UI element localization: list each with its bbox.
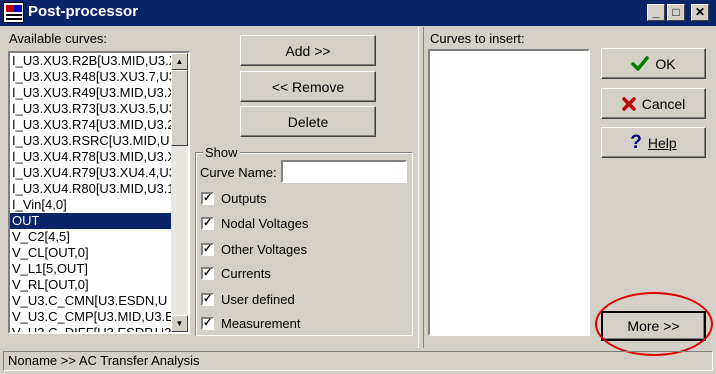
list-item[interactable]: I_Vin[4,0] [10,197,171,213]
title-bar: Post-processor _ □ ✕ [0,0,716,26]
scroll-thumb[interactable] [171,70,188,146]
list-item[interactable]: I_U3.XU3.R74[U3.MID,U3.2 [10,117,171,133]
available-curves-label: Available curves: [9,31,108,46]
show-option-label: Outputs [221,190,267,206]
question-mark-icon: ? [630,131,642,153]
available-curves-list[interactable]: I_U3.XU3.R2B[U3.MID,U3.X I_U3.XU3.R48[U3.… [8,51,190,334]
show-option-checkbox[interactable]: ✓ [201,242,214,256]
cancel-button[interactable]: Cancel [601,88,706,119]
list-item[interactable]: I_U3.XU3.R2B[U3.MID,U3.X [10,53,171,69]
curve-name-label: Curve Name: [200,165,277,180]
show-option-checkbox[interactable]: ✓ [201,316,214,330]
curves-to-insert-label: Curves to insert: [430,31,525,46]
curves-to-insert-list[interactable] [428,49,590,336]
window-title: Post-processor [28,3,139,20]
list-item[interactable]: OUT [10,213,171,229]
panel-splitter[interactable] [418,27,424,348]
scroll-up-icon[interactable]: ▲ [171,53,188,70]
list-item[interactable]: I_U3.XU4.R78[U3.MID,U3.X [10,149,171,165]
show-option-row[interactable]: ✓ User defined [201,291,295,307]
minimize-button[interactable]: _ [647,4,665,21]
list-item[interactable]: V_U3.C_CMP[U3.MID,U3.E [10,309,171,325]
annotation-circle [595,292,713,356]
maximize-button[interactable]: □ [667,4,685,21]
green-check-icon [631,55,650,71]
list-item[interactable]: V_C2[4,5] [10,229,171,245]
list-item[interactable]: V_RL[OUT,0] [10,277,171,293]
list-item[interactable]: I_U3.XU3.R49[U3.MID,U3.X [10,85,171,101]
show-group-title: Show [203,145,240,160]
show-option-checkbox[interactable]: ✓ [201,292,214,306]
show-option-checkbox[interactable]: ✓ [201,266,214,280]
remove-button[interactable]: << Remove [240,71,376,102]
show-option-row[interactable]: ✓ Measurement [201,315,300,331]
show-option-checkbox[interactable]: ✓ [201,216,214,230]
add-button[interactable]: Add >> [240,35,376,66]
show-option-label: Currents [221,265,271,281]
help-button-label: Help [647,134,677,151]
list-item[interactable]: I_U3.XU4.R80[U3.MID,U3.1 [10,181,171,197]
show-option-row[interactable]: ✓ Outputs [201,190,267,206]
app-icon [3,2,24,23]
list-item[interactable]: I_U3.XU4.R79[U3.XU4.4,U3 [10,165,171,181]
show-option-row[interactable]: ✓ Currents [201,265,271,281]
list-item[interactable]: I_U3.XU3.R73[U3.XU3.5,U3. [10,101,171,117]
list-item[interactable]: I_U3.XU3.R48[U3.XU3.7,U3. [10,69,171,85]
close-button[interactable]: ✕ [691,4,709,21]
show-option-label: Measurement [221,315,301,331]
show-option-label: Other Voltages [221,241,307,257]
ok-button-label: OK [655,55,676,72]
scroll-down-icon[interactable]: ▼ [171,315,188,332]
list-item[interactable]: V_L1[5,OUT] [10,261,171,277]
status-bar: Noname >> AC Transfer Analysis [3,351,713,371]
list-item[interactable]: I_U3.XU3.RSRC[U3.MID,U [10,133,171,149]
available-curves-scrollbar[interactable]: ▲ ▼ [171,53,188,332]
delete-button[interactable]: Delete [240,106,376,137]
show-option-row[interactable]: ✓ Nodal Voltages [201,215,308,231]
show-option-label: User defined [221,291,295,307]
show-option-row[interactable]: ✓ Other Voltages [201,241,307,257]
list-item[interactable]: V_U3.C_CMN[U3.ESDN,U [10,293,171,309]
cancel-button-label: Cancel [641,95,686,112]
show-option-checkbox[interactable]: ✓ [201,191,214,205]
show-option-label: Nodal Voltages [221,215,309,231]
curve-name-input[interactable] [281,160,407,183]
list-item[interactable]: V_U3.C_DIFF[U3.ESDP,U3 [10,325,171,332]
list-item[interactable]: V_CL[OUT,0] [10,245,171,261]
ok-button[interactable]: OK [601,48,706,79]
red-x-icon [621,96,636,111]
help-button[interactable]: ? Help [601,127,706,158]
